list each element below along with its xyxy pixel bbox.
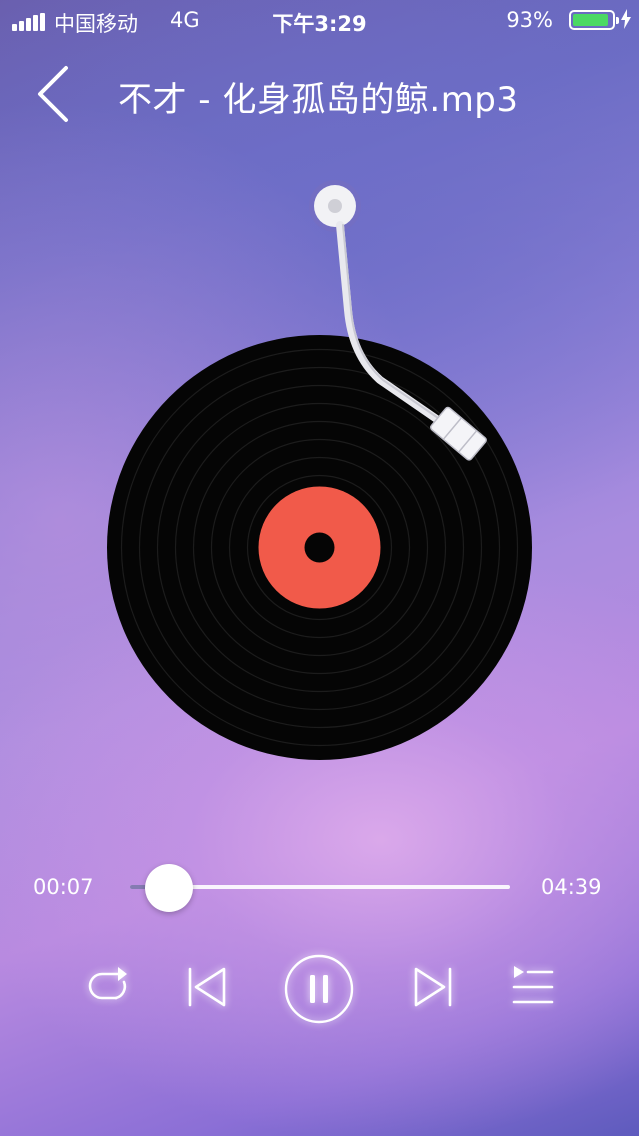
skip-previous-icon <box>188 967 226 1007</box>
next-button[interactable] <box>408 962 458 1012</box>
repeat-icon <box>88 967 127 1000</box>
pause-button[interactable] <box>283 953 355 1025</box>
previous-button[interactable] <box>182 962 232 1012</box>
tonearm <box>309 180 487 461</box>
playlist-button[interactable] <box>508 962 558 1012</box>
chevron-left-icon <box>38 66 68 122</box>
back-button[interactable] <box>30 62 80 126</box>
total-duration: 04:39 <box>541 875 602 899</box>
status-bar: 中国移动 4G 下午3:29 93% <box>0 0 639 40</box>
repeat-button[interactable] <box>82 962 132 1012</box>
elapsed-time: 00:07 <box>33 875 94 899</box>
progress-thumb[interactable] <box>144 864 193 912</box>
pause-icon <box>284 954 354 1024</box>
battery-percent: 93% <box>506 8 553 32</box>
music-player-screen: 中国移动 4G 下午3:29 93% 不才 - 化身孤岛的鲸.mp3 00:07… <box>0 0 639 1136</box>
record-spindle-hole <box>304 532 335 563</box>
battery-icon <box>569 10 619 30</box>
playlist-icon <box>512 966 554 1004</box>
charging-bolt-icon <box>621 9 631 29</box>
song-title: 不才 - 化身孤岛的鲸.mp3 <box>118 80 519 120</box>
skip-next-icon <box>414 967 452 1007</box>
